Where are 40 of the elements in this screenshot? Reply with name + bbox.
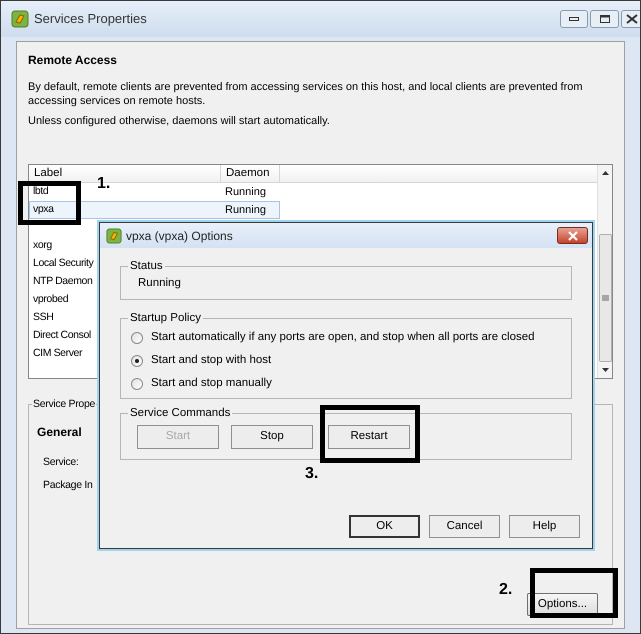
table-row[interactable]: vpxa Running xyxy=(29,201,280,219)
close-button[interactable] xyxy=(557,227,588,244)
app-logo-icon xyxy=(11,10,29,28)
radio-button[interactable] xyxy=(131,332,143,344)
command-button[interactable]: Restart xyxy=(328,425,410,449)
radio-button[interactable] xyxy=(131,378,143,390)
step-number: 2. xyxy=(499,581,512,599)
description-text: By default, remote clients are prevented from accessing services on this host, and local clients are prevented from accessing services on remote hosts. xyxy=(28,80,584,108)
minimize-icon xyxy=(569,16,579,22)
grip-icon xyxy=(602,294,608,302)
callout-frame xyxy=(18,181,81,225)
command-button[interactable]: Stop xyxy=(231,425,313,449)
status-value: Running xyxy=(138,276,181,291)
dialog-button[interactable]: Help xyxy=(509,515,580,538)
radio-option[interactable]: Start and stop with host xyxy=(131,352,571,369)
radio-option[interactable]: Start automatically if any ports are open, and stop when all ports are closed xyxy=(131,329,571,346)
maximize-button[interactable] xyxy=(590,10,619,28)
group-title: Startup Policy xyxy=(128,311,203,325)
radio-button[interactable] xyxy=(131,354,143,366)
column-header[interactable]: Daemon xyxy=(221,165,280,182)
window-title: Services Properties xyxy=(34,10,147,28)
step-number: 3. xyxy=(305,465,318,483)
close-icon xyxy=(566,230,578,240)
close-button[interactable] xyxy=(621,10,640,28)
minimize-button[interactable] xyxy=(560,10,588,28)
field-label: Package In xyxy=(43,478,93,493)
app-logo-icon xyxy=(106,228,122,244)
scrollbar-thumb[interactable] xyxy=(598,234,612,362)
dialog-button[interactable]: OK xyxy=(349,515,420,538)
field-label: Service: xyxy=(43,455,79,470)
scrollbar[interactable] xyxy=(597,165,612,378)
dialog-title: vpxa (vpxa) Options xyxy=(126,228,233,244)
section-heading: Remote Access xyxy=(28,52,118,69)
maximize-icon xyxy=(600,15,610,23)
radio-option[interactable]: Start and stop manually xyxy=(131,375,571,392)
dialog-button[interactable]: Cancel xyxy=(429,515,500,538)
section-heading: General xyxy=(37,424,82,441)
group-title: Service Prope xyxy=(32,397,96,411)
close-icon xyxy=(625,14,639,24)
description-text: Unless configured otherwise, daemons will start automatically. xyxy=(28,114,331,128)
